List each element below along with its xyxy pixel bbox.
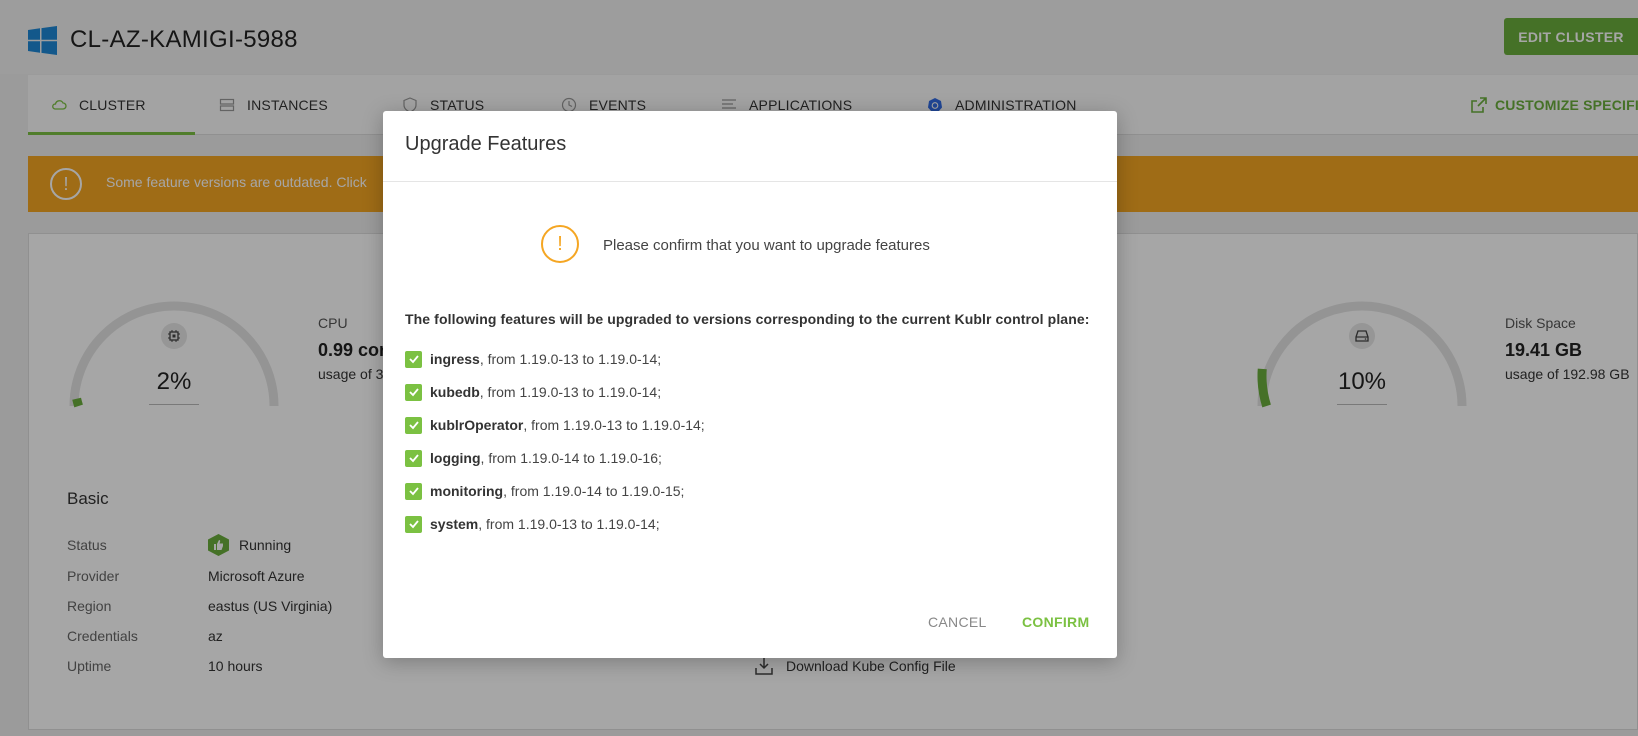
feature-detail: , from 1.19.0-13 to 1.19.0-14; bbox=[523, 417, 705, 433]
feature-checkbox[interactable] bbox=[405, 350, 422, 368]
feature-item-ingress: ingress, from 1.19.0-13 to 1.19.0-14; bbox=[405, 349, 661, 369]
feature-checkbox[interactable] bbox=[405, 515, 422, 533]
feature-name: monitoring bbox=[430, 483, 504, 499]
feature-name: kubedb bbox=[430, 384, 480, 400]
feature-name: kublrOperator bbox=[430, 417, 524, 433]
dialog-title: Upgrade Features bbox=[405, 133, 567, 155]
check-icon bbox=[408, 487, 419, 496]
cancel-button[interactable]: CANCEL bbox=[928, 614, 987, 630]
feature-name: system bbox=[430, 516, 479, 532]
feature-item-system: system, from 1.19.0-13 to 1.19.0-14; bbox=[405, 514, 660, 534]
feature-detail: , from 1.19.0-13 to 1.19.0-14; bbox=[479, 384, 662, 400]
feature-name: ingress bbox=[430, 351, 480, 367]
feature-item-kublroperator: kublrOperator, from 1.19.0-13 to 1.19.0-… bbox=[405, 415, 705, 435]
feature-detail: , from 1.19.0-13 to 1.19.0-14; bbox=[479, 351, 662, 367]
feature-detail: , from 1.19.0-14 to 1.19.0-16; bbox=[480, 450, 662, 466]
feature-checkbox[interactable] bbox=[405, 482, 422, 500]
feature-checkbox[interactable] bbox=[405, 449, 422, 467]
feature-name: logging bbox=[430, 450, 481, 466]
warning-icon: ! bbox=[541, 225, 579, 263]
check-icon bbox=[408, 388, 419, 397]
feature-item-monitoring: monitoring, from 1.19.0-14 to 1.19.0-15; bbox=[405, 481, 684, 501]
check-icon bbox=[408, 520, 419, 529]
feature-checkbox[interactable] bbox=[405, 416, 422, 434]
confirm-message: Please confirm that you want to upgrade … bbox=[603, 237, 930, 254]
check-icon bbox=[408, 454, 419, 463]
upgrade-features-dialog: Upgrade Features ! Please confirm that y… bbox=[383, 111, 1117, 658]
check-icon bbox=[408, 421, 419, 430]
feature-checkbox[interactable] bbox=[405, 383, 422, 401]
upgrade-intro: The following features will be upgraded … bbox=[405, 311, 1090, 327]
check-icon bbox=[408, 355, 419, 364]
dialog-divider bbox=[383, 181, 1117, 182]
feature-item-kubedb: kubedb, from 1.19.0-13 to 1.19.0-14; bbox=[405, 382, 661, 402]
feature-item-logging: logging, from 1.19.0-14 to 1.19.0-16; bbox=[405, 448, 662, 468]
confirm-button[interactable]: CONFIRM bbox=[1022, 614, 1089, 630]
feature-detail: , from 1.19.0-13 to 1.19.0-14; bbox=[478, 516, 660, 532]
feature-detail: , from 1.19.0-14 to 1.19.0-15; bbox=[503, 483, 685, 499]
